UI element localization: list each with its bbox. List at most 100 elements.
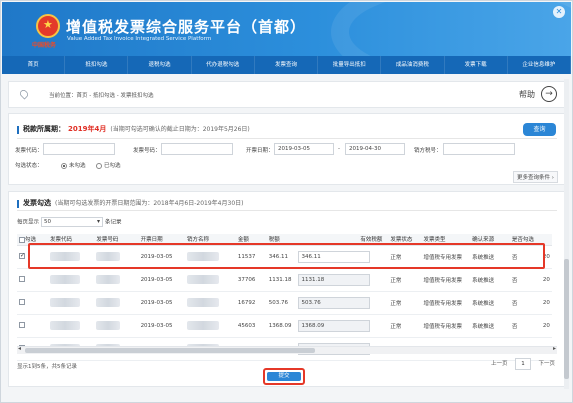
- nav-item-deduction-select[interactable]: 抵扣勾选: [65, 56, 129, 74]
- extra-cell: 20: [540, 291, 552, 315]
- nav-item-invoice-query[interactable]: 发票查询: [255, 56, 319, 74]
- location-icon: [18, 88, 30, 100]
- nav-item-invoice-download[interactable]: 发票下载: [445, 56, 508, 74]
- date-separator: -: [338, 146, 340, 152]
- extra-cell: 20: [540, 314, 552, 338]
- source-cell: 系统推送: [470, 268, 510, 292]
- radio-checked-label: 已勾选: [104, 163, 121, 169]
- redacted-number: [96, 321, 121, 330]
- current-page[interactable]: 1: [515, 358, 531, 370]
- page-size-label: 每页显示: [17, 219, 40, 226]
- status-cell: 正常: [388, 268, 422, 292]
- radio-dot-unchecked[interactable]: [61, 162, 67, 169]
- divider: [17, 210, 557, 211]
- section-marker: [17, 199, 19, 208]
- table-row[interactable]: 2019-03-05 45603 1368.09 1368.09 正常 增值税专…: [17, 314, 552, 338]
- more-conditions-button[interactable]: 更多查询条件 ›: [513, 171, 558, 183]
- nav-item-agent-refund-select[interactable]: 代办退税勾选: [192, 56, 255, 74]
- tax-period-label: 税款所属期：: [23, 125, 65, 133]
- redacted-code: [49, 298, 80, 307]
- logo-text: 中国税务: [32, 42, 57, 49]
- invoice-panel: 发票勾选 (当期可勾选发票的开票日期范围为：2018年4月6日-2019年4月30…: [8, 191, 566, 387]
- date-to-input[interactable]: 2019-04-30: [345, 143, 405, 155]
- invoice-number-cell: [94, 314, 139, 338]
- breadcrumb: 当前位置：首页 - 抵扣勾选 - 发票抵扣勾选 帮助 →: [8, 81, 566, 108]
- seller-tax-input[interactable]: [443, 143, 515, 155]
- invoice-number-input[interactable]: [161, 143, 233, 155]
- valid-tax-input[interactable]: 1131.18: [297, 273, 370, 286]
- invoice-code-input[interactable]: [43, 143, 115, 155]
- tax-period-header: 税款所属期： 2019年4月 (当期可勾选可确认的截止日期为：2019年5月26日): [17, 124, 250, 134]
- scroll-right-icon[interactable]: ▸: [553, 345, 556, 352]
- next-page-button[interactable]: 下一页: [538, 359, 555, 367]
- redacted-seller: [186, 321, 219, 330]
- help-link[interactable]: 帮助: [519, 89, 535, 100]
- source-cell: 系统推送: [470, 314, 510, 338]
- nav-item-oil-tax[interactable]: 成品油消费税: [381, 56, 445, 74]
- redacted-seller: [186, 298, 219, 307]
- date-from-input[interactable]: 2019-03-05: [274, 143, 334, 155]
- redacted-code: [49, 275, 80, 284]
- row-checkbox[interactable]: [19, 252, 25, 260]
- platform-subtitle: Value Added Tax Invoice Integrated Servi…: [67, 36, 212, 42]
- tax-period-value: 2019年4月: [68, 125, 107, 133]
- radio-checked[interactable]: 已勾选: [96, 161, 121, 169]
- tax-cell: 503.76: [266, 291, 296, 315]
- table-row[interactable]: 2019-03-05 16792 503.76 503.76 正常 增值税专用发…: [17, 291, 552, 315]
- breadcrumb-text: 当前位置：首页 - 抵扣勾选 - 发票抵扣勾选: [49, 93, 154, 99]
- tax-cell: 1368.09: [266, 314, 296, 338]
- valid-tax-input[interactable]: 1368.09: [297, 319, 370, 332]
- valid-tax-input[interactable]: 503.76: [297, 296, 370, 309]
- selected-cell: 否: [509, 291, 541, 315]
- vertical-scrollbar[interactable]: [564, 79, 569, 389]
- row-checkbox-cell[interactable]: [17, 268, 48, 292]
- seller-name-cell: [184, 291, 236, 315]
- horizontal-scrollbar[interactable]: ◂ ▸: [17, 345, 557, 354]
- redacted-number: [96, 275, 121, 284]
- pager-info: 显示1到5条，共5条记录: [17, 364, 77, 370]
- invoice-number-cell: [94, 268, 139, 292]
- tax-cell: 1131.18: [266, 268, 296, 292]
- help-arrow-icon[interactable]: →: [541, 86, 557, 102]
- prev-page-button[interactable]: 上一页: [491, 359, 508, 367]
- divider: [17, 138, 557, 139]
- page-size-select[interactable]: 50: [41, 217, 104, 227]
- radio-dot-checked[interactable]: [96, 162, 102, 169]
- selected-row-highlight: [28, 243, 545, 269]
- row-checkbox[interactable]: [19, 299, 25, 306]
- header-banner: ★ 中国税务 增值税发票综合服务平台（首都） Value Added Tax I…: [2, 2, 571, 56]
- nav-item-company-info[interactable]: 企业信息维护: [508, 56, 571, 74]
- amount-cell: 37706: [235, 268, 267, 292]
- row-checkbox[interactable]: [19, 322, 25, 329]
- row-checkbox-cell[interactable]: [17, 291, 48, 315]
- close-icon[interactable]: ✕: [553, 6, 565, 18]
- valid-tax-cell: 1368.09: [295, 314, 389, 338]
- invoice-number-label: 发票号码：: [133, 148, 161, 154]
- status-cell: 正常: [388, 314, 422, 338]
- nav-item-home[interactable]: 首页: [2, 56, 66, 74]
- row-checkbox-cell[interactable]: [17, 314, 48, 338]
- select-all-checkbox[interactable]: [19, 236, 25, 243]
- redacted-code: [49, 321, 80, 330]
- section-marker: [17, 125, 19, 134]
- seller-tax-label: 销方税号：: [414, 148, 442, 154]
- selected-cell: 否: [509, 314, 541, 338]
- vertical-scroll-thumb[interactable]: [564, 259, 569, 379]
- scroll-thumb[interactable]: [25, 348, 315, 353]
- nav-item-batch-export[interactable]: 批量导出抵扣: [318, 56, 382, 74]
- scroll-left-icon[interactable]: ◂: [18, 345, 21, 352]
- nav-item-refund-select[interactable]: 退税勾选: [128, 56, 192, 74]
- submit-button[interactable]: 提交: [267, 372, 301, 381]
- issue-date-cell: 2019-03-05: [138, 314, 185, 338]
- app-window: ★ 中国税务 增值税发票综合服务平台（首都） Value Added Tax I…: [0, 0, 573, 403]
- radio-unchecked[interactable]: 未勾选: [61, 161, 86, 169]
- radio-unchecked-label: 未勾选: [69, 163, 86, 169]
- table-row[interactable]: 2019-03-05 37706 1131.18 1131.18 正常 增值税专…: [17, 268, 552, 292]
- invoice-select-note: (当期可勾选发票的开票日期范围为：2018年4月6日-2019年4月30日): [55, 200, 244, 207]
- banner-decoration: [331, 2, 571, 56]
- invoice-code-cell: [47, 268, 95, 292]
- row-checkbox[interactable]: [19, 276, 25, 283]
- invoice-select-title: 发票勾选: [23, 199, 51, 207]
- query-button[interactable]: 查询: [523, 123, 556, 136]
- invoice-code-cell: [47, 314, 95, 338]
